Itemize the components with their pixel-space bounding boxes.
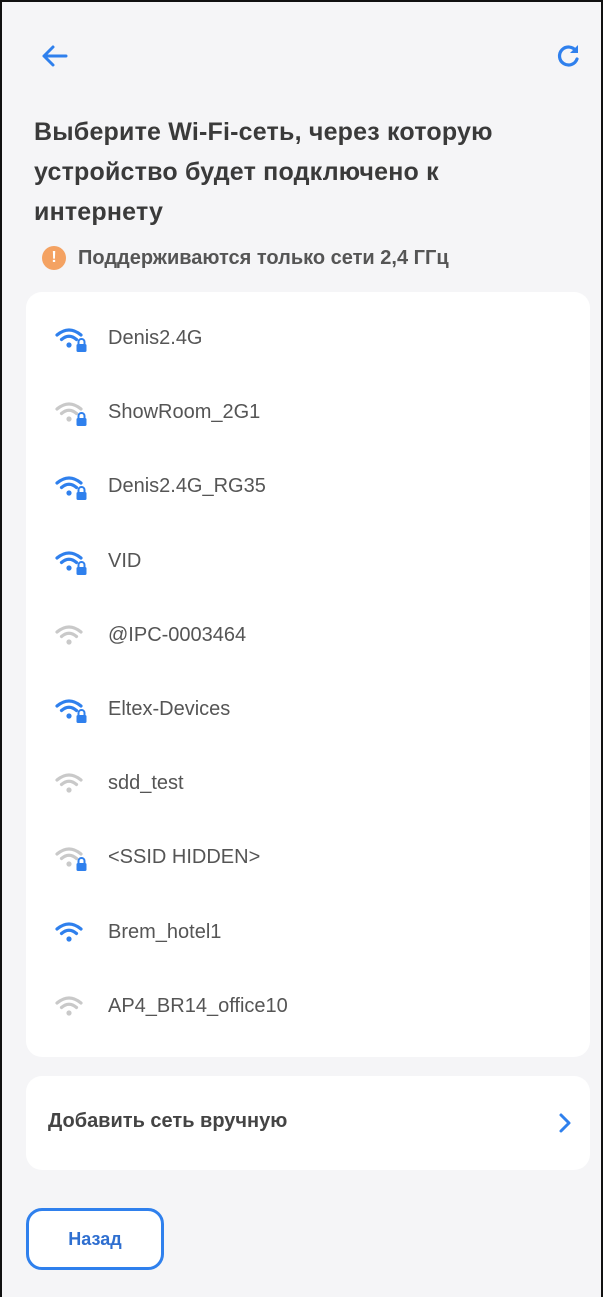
chevron-right-icon (559, 1113, 571, 1133)
network-item[interactable]: Denis2.4G_RG35 (26, 456, 590, 516)
wifi-locked-icon (55, 476, 87, 501)
network-ssid: ShowRoom_2G1 (108, 401, 261, 424)
network-ssid: Denis2.4G_RG35 (108, 475, 266, 498)
wifi-locked-icon (55, 847, 87, 872)
network-list: Denis2.4G ShowRoom_2G1 Denis2.4G_RG35 VID @I… (26, 292, 590, 1057)
back-button[interactable]: Назад (26, 1208, 164, 1270)
network-item[interactable]: @IPC-0003464 (26, 605, 590, 665)
network-ssid: Denis2.4G (108, 327, 203, 349)
back-arrow-button[interactable] (34, 36, 74, 76)
network-item[interactable]: Brem_hotel1 (26, 902, 590, 962)
network-ssid: VID (108, 549, 142, 572)
network-ssid: Eltex-Devices (108, 698, 231, 720)
info-icon: ! (42, 246, 66, 270)
wifi-locked-icon (55, 328, 87, 352)
notice-text: Поддерживаются только сети 2,4 ГГц (78, 246, 449, 269)
wifi-icon (55, 996, 83, 1016)
refresh-icon (557, 45, 579, 67)
network-ssid: <SSID HIDDEN> (108, 846, 261, 869)
network-ssid: @IPC-0003464 (108, 623, 247, 646)
network-ssid: Brem_hotel1 (108, 920, 222, 943)
network-item[interactable]: sdd_test (26, 753, 590, 813)
page-title: Выберите Wi-Fi-сеть, через которую устро… (34, 118, 493, 226)
wifi-locked-icon (55, 402, 87, 427)
network-item[interactable]: VID (26, 531, 590, 591)
network-ssid: AP4_BR14_office10 (108, 994, 288, 1017)
network-item[interactable]: Denis2.4G (26, 308, 590, 368)
network-ssid: sdd_test (108, 772, 184, 795)
network-item[interactable]: AP4_BR14_office10 (26, 976, 590, 1036)
wifi-locked-icon (55, 699, 87, 723)
network-item[interactable]: ShowRoom_2G1 (26, 382, 590, 442)
add-network-label: Добавить сеть вручную (48, 1110, 288, 1132)
wifi-icon (55, 625, 83, 645)
wifi-icon (55, 922, 83, 942)
refresh-button[interactable] (548, 36, 588, 76)
wifi-locked-icon (55, 551, 87, 575)
arrow-left-icon (42, 45, 68, 67)
add-network-manually-button[interactable]: Добавить сеть вручную (26, 1076, 590, 1170)
frequency-notice: ! Поддерживаются только сети 2,4 ГГц (42, 242, 449, 274)
wifi-icon (55, 773, 83, 793)
top-bar (0, 0, 603, 110)
network-item[interactable]: Eltex-Devices (26, 679, 590, 739)
network-item[interactable]: <SSID HIDDEN> (26, 827, 590, 887)
